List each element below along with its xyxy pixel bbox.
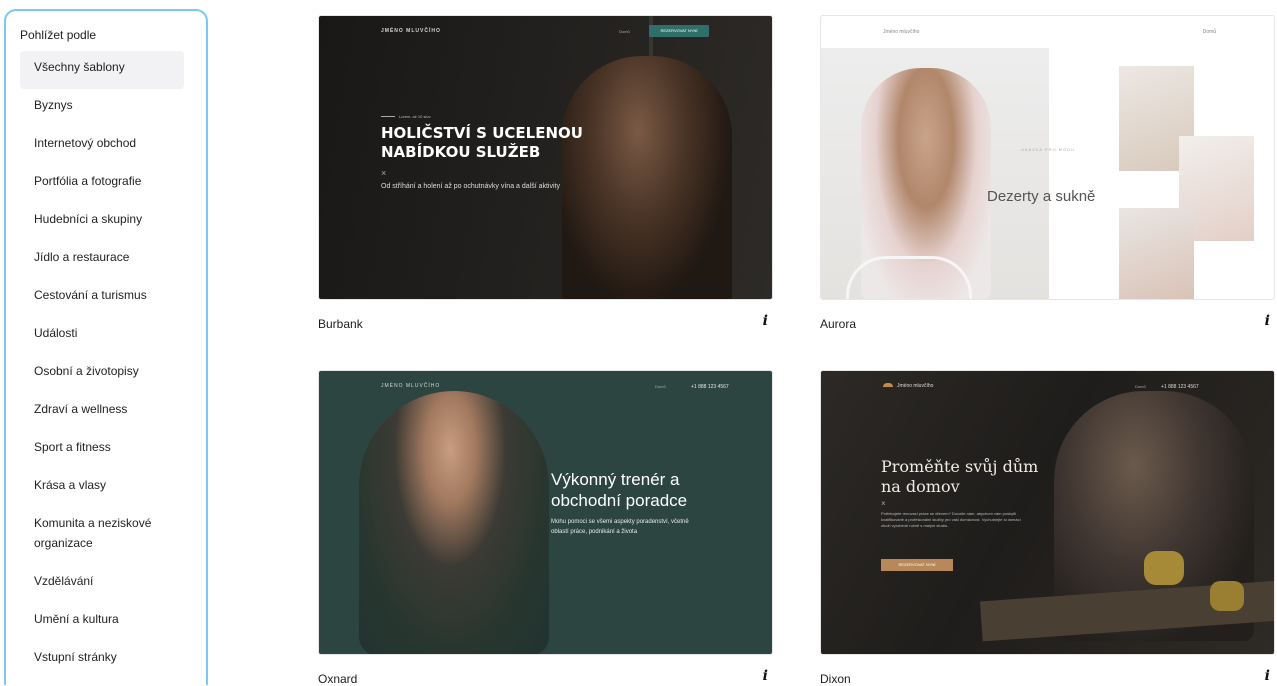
preview-phone: +1 888 123 4567 xyxy=(1161,384,1199,390)
sidebar-item-beauty-hair[interactable]: Krása a vlasy xyxy=(20,469,184,507)
template-card-oxnard: JMÉNO MLUVČÍHO Domů +1 888 123 4567 Výko… xyxy=(318,370,774,686)
preview-nav-link: Domů xyxy=(655,384,666,389)
preview-heading: Výkonný trenér a obchodní poradce xyxy=(551,470,688,510)
preview-kicker: Lorem, až 10 slov xyxy=(381,114,431,119)
template-card-dixon: Jméno mluvčího Domů +1 888 123 4567 Prom… xyxy=(820,370,1276,686)
preview-subtitle: Potřebujete renovaci práce se dřevem? Do… xyxy=(881,511,1021,528)
template-card-burbank: JMÉNO MLUVČÍHO Domů REZERVOVAT NYNÍ Lore… xyxy=(318,15,774,345)
sidebar-heading: Pohlížet podle xyxy=(20,28,97,42)
template-name[interactable]: Oxnard xyxy=(318,672,357,686)
sidebar-item-travel-tourism[interactable]: Cestování a turismus xyxy=(20,279,184,317)
sidebar-item-food-restaurants[interactable]: Jídlo a restaurace xyxy=(20,241,184,279)
preview-brand: JMÉNO MLUVČÍHO xyxy=(381,383,441,389)
preview-heading: Proměňte svůj dům na domov xyxy=(881,457,1039,496)
preview-glove xyxy=(1210,581,1244,611)
preview-glove xyxy=(1144,551,1184,585)
sidebar-item-musicians-bands[interactable]: Hudebníci a skupiny xyxy=(20,203,184,241)
info-icon[interactable]: i xyxy=(1265,313,1270,329)
preview-brand: JMÉNO MLUVČÍHO xyxy=(381,28,441,34)
category-sidebar: Pohlížet podle Všechny šablony Byznys In… xyxy=(4,9,208,685)
sidebar-item-health-wellness[interactable]: Zdraví a wellness xyxy=(20,393,184,431)
preview-phone: +1 888 123 4567 xyxy=(691,384,729,390)
template-preview-burbank[interactable]: JMÉNO MLUVČÍHO Domů REZERVOVAT NYNÍ Lore… xyxy=(318,15,773,300)
preview-heading: HOLIČSTVÍ S UCELENOU NABÍDKOU SLUŽEB xyxy=(381,124,583,161)
template-preview-dixon[interactable]: Jméno mluvčího Domů +1 888 123 4567 Prom… xyxy=(820,370,1275,655)
sidebar-item-portfolios-photography[interactable]: Portfólia a fotografie xyxy=(20,165,184,203)
info-icon[interactable]: i xyxy=(763,313,768,329)
preview-barber-photo xyxy=(562,56,732,299)
template-name[interactable]: Dixon xyxy=(820,672,851,686)
template-name[interactable]: Burbank xyxy=(318,317,363,331)
sidebar-item-events[interactable]: Události xyxy=(20,317,184,355)
preview-subtitle: Mohu pomoci se všemi aspekty poradenství… xyxy=(551,519,689,535)
sidebar-item-art-culture[interactable]: Umění a kultura xyxy=(20,603,184,641)
preview-heading: Dezerty a sukně xyxy=(987,188,1096,205)
preview-nav-link: Domů xyxy=(1202,29,1216,35)
preview-chair xyxy=(846,256,972,299)
preview-nav-button: REZERVOVAT NYNÍ xyxy=(649,25,709,37)
sidebar-item-education[interactable]: Vzdělávání xyxy=(20,565,184,603)
sidebar-item-sport-fitness[interactable]: Sport a fitness xyxy=(20,431,184,469)
sidebar-item-all-templates[interactable]: Všechny šablony xyxy=(20,51,184,89)
sidebar-item-community-nonprofit[interactable]: Komunita a neziskové organizace xyxy=(20,507,184,565)
preview-coach-photo xyxy=(359,391,549,654)
preview-divider-mark: × xyxy=(381,168,387,178)
preview-subtitle: Od stříhání a holení až po ochutnávky ví… xyxy=(381,183,560,190)
info-icon[interactable]: i xyxy=(763,668,768,684)
preview-nav-link: Domů xyxy=(619,29,630,34)
sidebar-item-business[interactable]: Byznys xyxy=(20,89,184,127)
info-icon[interactable]: i xyxy=(1265,668,1270,684)
preview-brand: Jméno mluvčího xyxy=(883,383,933,389)
sidebar-item-online-store[interactable]: Internetový obchod xyxy=(20,127,184,165)
preview-divider-mark: × xyxy=(881,499,886,508)
preview-kicker: UKÁZKA PRO MÓDU xyxy=(1021,147,1075,152)
sidebar-item-personal-resumes[interactable]: Osobní a životopisy xyxy=(20,355,184,393)
template-preview-oxnard[interactable]: JMÉNO MLUVČÍHO Domů +1 888 123 4567 Výko… xyxy=(318,370,773,655)
preview-logo: Jméno mluvčího xyxy=(883,29,920,35)
template-preview-aurora[interactable]: Jméno mluvčího Domů UKÁZKA PRO MÓDU Deze… xyxy=(820,15,1275,300)
preview-photo xyxy=(1119,208,1194,299)
sidebar-item-landing-pages[interactable]: Vstupní stránky xyxy=(20,641,184,679)
template-card-aurora: Jméno mluvčího Domů UKÁZKA PRO MÓDU Deze… xyxy=(820,15,1276,345)
preview-cta-button: REZERVOVAT NYNÍ xyxy=(881,559,953,571)
preview-nav-link: Domů xyxy=(1135,384,1146,389)
template-name[interactable]: Aurora xyxy=(820,317,856,331)
